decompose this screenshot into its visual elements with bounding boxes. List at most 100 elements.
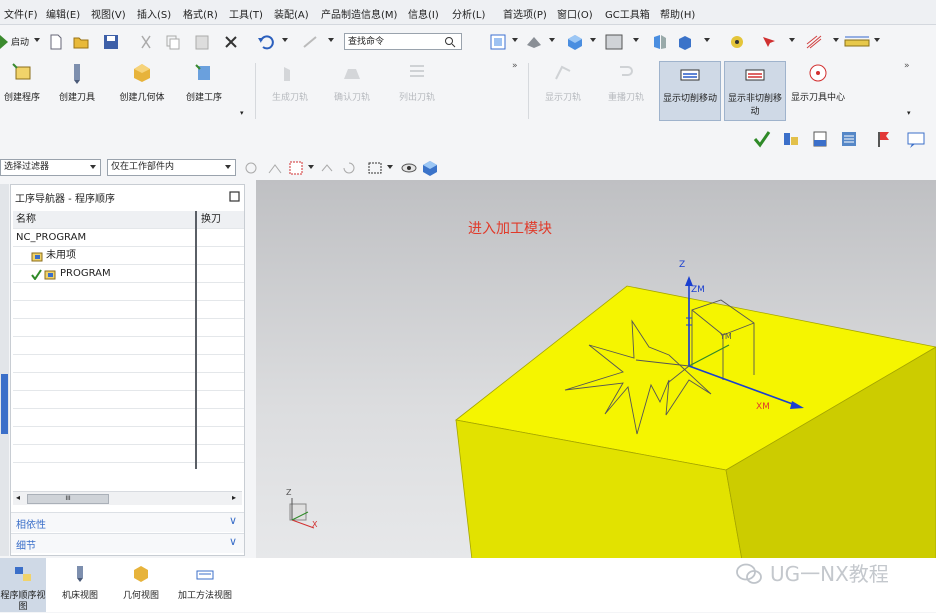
scroll-right-icon[interactable]: ▸ [232,493,236,502]
chevron-down-icon[interactable] [789,38,795,42]
open-folder-icon[interactable] [72,33,90,51]
menu-analysis[interactable]: 分析(L) [452,6,485,21]
background-icon[interactable] [605,33,623,51]
move-icon[interactable] [318,159,336,177]
chevron-down-icon[interactable] [328,38,334,42]
chevron-down-icon[interactable] [874,38,880,42]
cut-icon[interactable] [137,33,155,51]
create-geometry-button[interactable]: 创建几何体 [113,61,171,121]
chevron-down-icon[interactable] [225,165,231,169]
column-name-header[interactable]: 名称 [16,211,36,228]
confirm-toolpath-button[interactable]: 确认刀轨 [326,61,378,121]
filter-option-icon[interactable] [242,159,260,177]
chevron-down-icon[interactable] [704,38,710,42]
table-row[interactable]: PROGRAM [13,265,244,283]
generate-toolpath-button[interactable]: 生成刀轨 [264,61,316,121]
replay-toolpath-button[interactable]: 重播刀轨 [600,61,652,121]
clip-view-icon[interactable] [676,33,694,51]
new-file-icon[interactable] [47,33,65,51]
show-toolpath-button[interactable]: 显示刀轨 [537,61,589,121]
grid-icon[interactable] [805,33,823,51]
flag-icon[interactable] [874,129,894,149]
chevron-down-icon[interactable] [308,165,314,169]
chevron-down-icon[interactable] [512,38,518,42]
chevron-down-icon[interactable] [633,38,639,42]
undo-icon[interactable] [256,33,274,51]
scroll-left-icon[interactable]: ◂ [16,493,20,502]
menu-tools[interactable]: 工具(T) [229,6,263,21]
section-view-icon[interactable] [651,33,669,51]
menu-edit[interactable]: 编辑(E) [46,6,80,21]
chevron-down-icon[interactable] [833,38,839,42]
fit-view-icon[interactable] [489,33,507,51]
menu-information[interactable]: 信息(I) [408,6,439,21]
selection-filter-dropdown[interactable]: 选择过滤器 [0,159,101,176]
show-cut-moves-button[interactable]: 显示切削移动 [659,61,721,121]
selection-scope-dropdown[interactable]: 仅在工作部件内 [107,159,236,176]
tab-geometry-view[interactable]: 几何视图 [111,558,171,612]
menu-preferences[interactable]: 首选项(P) [503,6,547,21]
paste-icon[interactable] [193,33,211,51]
ribbon-overflow-icon[interactable]: » [512,61,518,71]
tab-machine-view[interactable]: 机床视图 [50,558,110,612]
table-row[interactable]: NC_PROGRAM [13,229,244,247]
chevron-down-icon[interactable] [549,38,555,42]
dependencies-panel-header[interactable]: 相依性 ∨ [11,512,244,532]
verify-icon[interactable] [752,129,772,149]
delete-icon[interactable] [222,33,240,51]
shaded-cube-icon[interactable] [566,33,584,51]
chevron-down-icon[interactable]: ∨ [229,514,237,527]
chevron-down-icon[interactable] [90,165,96,169]
menu-view[interactable]: 视图(V) [91,6,126,21]
show-noncut-moves-button[interactable]: 显示非切削移动 [724,61,786,121]
tab-program-order-view[interactable]: 程序顺序视图 [0,558,46,612]
save-icon[interactable] [102,33,120,51]
measure-icon[interactable] [843,33,871,51]
show-hide-icon[interactable] [400,159,418,177]
chevron-down-icon[interactable] [387,165,393,169]
start-button[interactable]: 启动 [11,35,29,48]
menu-help[interactable]: 帮助(H) [660,6,695,21]
menu-gc-toolbox[interactable]: GC工具箱 [605,6,650,21]
cube-icon[interactable] [421,159,439,177]
part-model[interactable] [256,180,936,560]
table-row[interactable]: 未用项 [13,247,244,265]
chevron-down-icon[interactable]: ▾ [907,109,911,117]
machine-tool-icon[interactable] [781,129,801,149]
start-icon[interactable] [0,35,8,52]
shop-doc-icon[interactable] [839,129,859,149]
chevron-down-icon[interactable]: ∨ [229,535,237,548]
chevron-down-icon[interactable] [590,38,596,42]
chevron-down-icon[interactable]: ▾ [240,109,244,117]
horizontal-scrollbar[interactable]: ◂ III ▸ [13,491,242,505]
create-tool-button[interactable]: 创建刀具 [53,61,101,121]
list-toolpath-button[interactable]: 列出刀轨 [389,61,445,121]
column-toolchange-header[interactable]: 换刀 [201,211,221,228]
report-icon[interactable] [906,129,926,149]
column-divider[interactable] [195,211,197,469]
show-tool-center-button[interactable]: 显示刀具中心 [790,61,846,121]
create-program-button[interactable]: 创建程序 [0,61,44,121]
snap-type-icon[interactable] [266,159,284,177]
postprocess-icon[interactable] [810,129,830,149]
search-icon[interactable] [444,36,456,48]
menu-insert[interactable]: 插入(S) [137,6,171,21]
selection-icon[interactable] [760,33,778,51]
menu-file[interactable]: 文件(F) [4,6,38,21]
menu-window[interactable]: 窗口(O) [557,6,593,21]
snap-point-icon[interactable] [728,33,746,51]
chevron-down-icon[interactable] [282,38,288,42]
render-style-icon[interactable] [525,33,543,51]
copy-icon[interactable] [164,33,182,51]
menu-format[interactable]: 格式(R) [183,6,218,21]
rectangle-select-icon[interactable] [366,159,384,177]
ribbon-overflow-icon[interactable]: » [904,61,910,71]
rotate-icon[interactable] [340,159,358,177]
create-operation-button[interactable]: 创建工序 [180,61,228,121]
scroll-thumb[interactable]: III [27,494,109,504]
menu-assembly[interactable]: 装配(A) [274,6,309,21]
tab-machining-method-view[interactable]: 加工方法视图 [175,558,235,612]
chevron-down-icon[interactable] [34,38,40,42]
maximize-icon[interactable] [229,191,240,202]
repeat-command-icon[interactable] [301,33,319,51]
